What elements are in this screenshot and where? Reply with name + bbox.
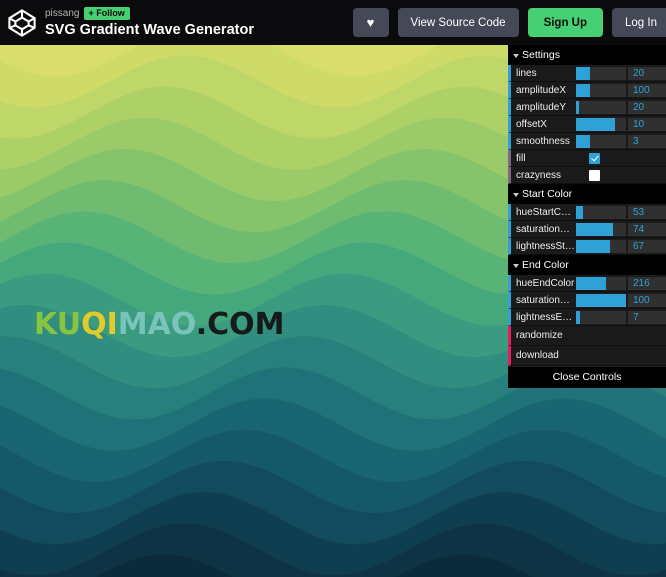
gui-row-fill[interactable]: fill bbox=[508, 150, 666, 167]
gui-checkbox-crazyness[interactable] bbox=[589, 169, 600, 181]
gui-value-smoothness[interactable]: 3 bbox=[628, 134, 666, 148]
gui-label-lightnessendc: lightnessEndC... bbox=[516, 311, 576, 323]
gui-folder-end-color[interactable]: End Color bbox=[508, 255, 666, 275]
pen-meta: pissang + Follow SVG Gradient Wave Gener… bbox=[45, 6, 254, 39]
gui-slider-huestartcolor[interactable] bbox=[576, 205, 626, 219]
log-in-button[interactable]: Log In bbox=[612, 8, 666, 37]
gui-value-saturationstar[interactable]: 74 bbox=[628, 222, 666, 236]
gui-label-smoothness: smoothness bbox=[516, 135, 570, 147]
gui-label-lines: lines bbox=[516, 67, 537, 79]
gui-value-amplitudex[interactable]: 100 bbox=[628, 83, 666, 97]
gui-slider-fill bbox=[576, 222, 613, 236]
gui-slider-fill bbox=[576, 117, 615, 131]
gui-slider-fill bbox=[576, 205, 583, 219]
gui-label-huestartcolor: hueStartColor bbox=[516, 206, 576, 218]
gui-row-saturationend[interactable]: saturationEnd... 100 bbox=[508, 292, 666, 309]
gui-label-amplitudex: amplitudeX bbox=[516, 84, 567, 96]
gui-label-fill: fill bbox=[516, 152, 526, 164]
heart-icon[interactable]: ♥ bbox=[352, 8, 389, 37]
gui-button-label: randomize bbox=[516, 330, 563, 341]
gui-slider-fill bbox=[576, 100, 579, 114]
gui-slider-offsetx[interactable] bbox=[576, 117, 626, 131]
gui-slider-fill bbox=[576, 66, 590, 80]
gui-label-saturationstar: saturationStar... bbox=[516, 223, 576, 235]
gui-row-lines[interactable]: lines 20 bbox=[508, 65, 666, 82]
gui-slider-fill bbox=[576, 293, 626, 307]
gui-button-download[interactable]: download bbox=[508, 346, 666, 366]
gui-slider-fill bbox=[576, 310, 580, 324]
gui-slider-saturationend[interactable] bbox=[576, 293, 626, 307]
gui-value-hueendcolor[interactable]: 216 bbox=[628, 276, 666, 290]
gui-row-hueendcolor[interactable]: hueEndColor 216 bbox=[508, 275, 666, 292]
author-name[interactable]: pissang bbox=[45, 8, 79, 19]
gui-slider-fill bbox=[576, 134, 590, 148]
gui-row-saturationstar[interactable]: saturationStar... 74 bbox=[508, 221, 666, 238]
gui-row-crazyness[interactable]: crazyness bbox=[508, 167, 666, 184]
follow-button[interactable]: + Follow bbox=[84, 6, 130, 20]
gui-row-lightnessendc[interactable]: lightnessEndC... 7 bbox=[508, 309, 666, 326]
codepen-header: pissang + Follow SVG Gradient Wave Gener… bbox=[0, 0, 666, 45]
gui-button-randomize[interactable]: randomize bbox=[508, 326, 666, 346]
gui-value-lines[interactable]: 20 bbox=[628, 66, 666, 80]
gui-slider-lines[interactable] bbox=[576, 66, 626, 80]
gui-row-amplitudey[interactable]: amplitudeY 20 bbox=[508, 99, 666, 116]
close-controls-button[interactable]: Close Controls bbox=[508, 366, 666, 388]
header-actions: ♥ View Source Code Sign Up Log In bbox=[352, 8, 666, 37]
gui-slider-amplitudex[interactable] bbox=[576, 83, 626, 97]
gui-row-huestartcolor[interactable]: hueStartColor 53 bbox=[508, 204, 666, 221]
gui-row-lightnessstart[interactable]: lightnessStart... 67 bbox=[508, 238, 666, 255]
gui-label-amplitudey: amplitudeY bbox=[516, 101, 567, 113]
gui-value-amplitudey[interactable]: 20 bbox=[628, 100, 666, 114]
gui-slider-fill bbox=[576, 83, 590, 97]
gui-slider-smoothness[interactable] bbox=[576, 134, 626, 148]
dat-gui-panel[interactable]: Settings lines 20 amplitudeX 100 amplitudeY 20… bbox=[508, 45, 666, 388]
gui-slider-hueendcolor[interactable] bbox=[576, 276, 626, 290]
gui-checkbox-fill[interactable] bbox=[589, 152, 600, 164]
gui-slider-lightnessstart[interactable] bbox=[576, 239, 626, 253]
gui-button-label: download bbox=[516, 350, 559, 361]
gui-value-saturationend[interactable]: 100 bbox=[628, 293, 666, 307]
gui-label-hueendcolor: hueEndColor bbox=[516, 277, 575, 289]
gui-value-huestartcolor[interactable]: 53 bbox=[628, 205, 666, 219]
gui-slider-lightnessendc[interactable] bbox=[576, 310, 626, 324]
gui-row-offsetx[interactable]: offsetX 10 bbox=[508, 116, 666, 133]
gui-label-crazyness: crazyness bbox=[516, 169, 562, 181]
gui-value-lightnessendc[interactable]: 7 bbox=[628, 310, 666, 324]
gui-row-amplitudex[interactable]: amplitudeX 100 bbox=[508, 82, 666, 99]
gui-folder-settings[interactable]: Settings bbox=[508, 45, 666, 65]
gui-slider-amplitudey[interactable] bbox=[576, 100, 626, 114]
gui-value-offsetx[interactable]: 10 bbox=[628, 117, 666, 131]
gui-row-smoothness[interactable]: smoothness 3 bbox=[508, 133, 666, 150]
gui-label-saturationend: saturationEnd... bbox=[516, 294, 576, 306]
gui-slider-fill bbox=[576, 239, 610, 253]
page-title: SVG Gradient Wave Generator bbox=[45, 21, 254, 38]
gui-value-lightnessstart[interactable]: 67 bbox=[628, 239, 666, 253]
codepen-logo-icon[interactable] bbox=[7, 8, 37, 38]
pen-preview-page: pissang + Follow SVG Gradient Wave Gener… bbox=[0, 0, 666, 577]
view-source-code-button[interactable]: View Source Code bbox=[397, 8, 519, 37]
gui-folder-start-color[interactable]: Start Color bbox=[508, 184, 666, 204]
gui-label-offsetx: offsetX bbox=[516, 118, 547, 130]
author-line: pissang + Follow bbox=[45, 6, 254, 20]
gui-slider-fill bbox=[576, 276, 606, 290]
gui-label-lightnessstart: lightnessStart... bbox=[516, 240, 576, 252]
gui-slider-saturationstar[interactable] bbox=[576, 222, 626, 236]
sign-up-button[interactable]: Sign Up bbox=[527, 8, 604, 37]
